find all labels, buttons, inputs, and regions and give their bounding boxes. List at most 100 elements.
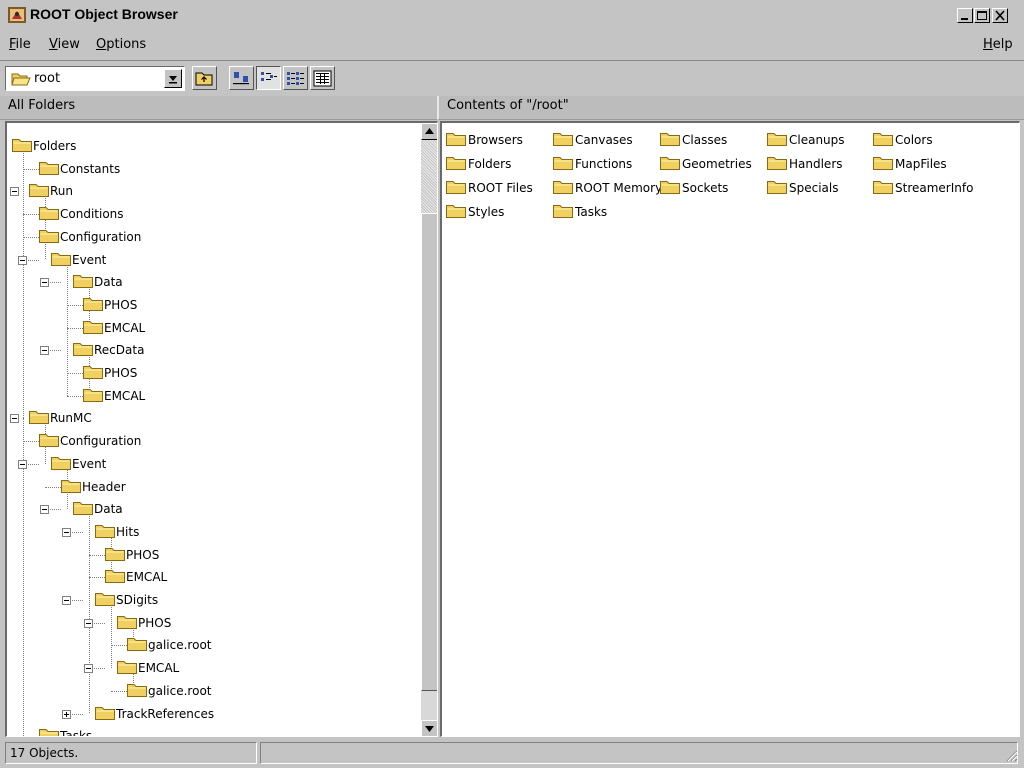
content-item-folder[interactable]: Styles: [446, 203, 504, 221]
tree-node-folder[interactable]: Tasks: [39, 727, 92, 736]
folder-icon: [39, 205, 59, 223]
content-item-folder[interactable]: Folders: [446, 155, 511, 173]
contents-panel[interactable]: Browsers Canvases Classes Cleanups Colors Fol…: [440, 121, 1020, 737]
content-item-folder[interactable]: Colors: [873, 131, 933, 149]
content-item-folder[interactable]: Cleanups: [767, 131, 845, 149]
tree-node-folder[interactable]: PHOS: [117, 614, 171, 632]
root-app-icon: [8, 7, 26, 23]
menu-file[interactable]: File: [9, 37, 31, 52]
folder-icon: [127, 682, 147, 700]
folder-icon: [39, 432, 59, 450]
tree-node-folder[interactable]: Event: [51, 251, 106, 269]
content-item-folder[interactable]: Functions: [553, 155, 632, 173]
list-view-button[interactable]: [283, 66, 308, 90]
small-icons-button[interactable]: [256, 66, 281, 90]
tree-node-folder[interactable]: RecData: [73, 341, 144, 359]
tree-connector-line: [67, 304, 83, 306]
tree-collapse-icon[interactable]: [40, 278, 49, 288]
tree-node-folder[interactable]: EMCAL: [117, 659, 179, 677]
close-button[interactable]: [992, 8, 1008, 23]
content-item-folder[interactable]: Sockets: [660, 179, 728, 197]
content-item-label: Styles: [468, 205, 505, 219]
tree-node-label: EMCAL: [104, 388, 146, 403]
maximize-button[interactable]: [974, 8, 990, 23]
tree-node-folder[interactable]: EMCAL: [83, 319, 145, 337]
location-combobox[interactable]: root: [5, 66, 185, 91]
tree-collapse-icon[interactable]: [18, 459, 27, 469]
tree-node-folder[interactable]: galice.root: [127, 636, 212, 654]
tree-node-folder[interactable]: Data: [73, 500, 123, 518]
tree-node-folder[interactable]: Conditions: [39, 205, 124, 223]
tree-node-folder[interactable]: galice.root: [127, 682, 212, 700]
large-icons-button[interactable]: [229, 66, 254, 90]
tree-node-folder[interactable]: Configuration: [39, 432, 141, 450]
content-item-folder[interactable]: Browsers: [446, 131, 523, 149]
tree-collapse-icon[interactable]: [10, 414, 19, 424]
title-bar[interactable]: ROOT Object Browser: [0, 0, 1024, 30]
tree-node-folder[interactable]: RunMC: [29, 409, 92, 427]
tree-node-folder[interactable]: Configuration: [39, 228, 141, 246]
folder-icon: [39, 727, 59, 736]
folder-icon: [73, 273, 93, 291]
tree-node-folder[interactable]: Folders: [12, 137, 76, 155]
scroll-track[interactable]: [421, 140, 437, 213]
tree-node-folder[interactable]: Hits: [95, 523, 139, 541]
content-item-folder[interactable]: Canvases: [553, 131, 633, 149]
content-item-folder[interactable]: ROOT Files: [446, 179, 533, 197]
tree-node-folder[interactable]: Constants: [39, 160, 120, 178]
content-item-label: ROOT Memory: [575, 181, 663, 195]
tree-expand-icon[interactable]: [62, 709, 71, 719]
tree-node-folder[interactable]: EMCAL: [83, 387, 145, 405]
menu-help[interactable]: Help: [983, 37, 1013, 52]
folder-icon: [95, 591, 115, 609]
tree-node-label: Event: [72, 456, 107, 471]
content-item-label: Tasks: [575, 205, 608, 219]
tree-node-folder[interactable]: Header: [61, 478, 126, 496]
content-item-folder[interactable]: ROOT Memory: [553, 179, 662, 197]
minimize-button[interactable]: [957, 8, 973, 23]
details-view-button[interactable]: [310, 66, 335, 90]
menu-view[interactable]: View: [49, 37, 80, 52]
tree-collapse-icon[interactable]: [40, 505, 49, 515]
tree-collapse-icon[interactable]: [84, 618, 93, 628]
tree-vertical-scrollbar[interactable]: [421, 123, 437, 736]
up-one-level-button[interactable]: [192, 66, 217, 90]
folder-icon: [39, 160, 59, 178]
content-item-folder[interactable]: Specials: [767, 179, 839, 197]
content-item-folder[interactable]: Geometries: [660, 155, 752, 173]
folder-icon: [73, 341, 93, 359]
all-folders-header: All Folders: [0, 96, 437, 120]
scroll-thumb[interactable]: [421, 213, 437, 691]
tree-collapse-icon[interactable]: [62, 527, 71, 537]
content-item-folder[interactable]: Classes: [660, 131, 727, 149]
tree-node-folder[interactable]: SDigits: [95, 591, 158, 609]
tree-node-folder[interactable]: EMCAL: [105, 568, 167, 586]
tree-node-folder[interactable]: PHOS: [105, 546, 159, 564]
tree-collapse-icon[interactable]: [40, 346, 49, 356]
arrow-up-icon: [425, 128, 434, 134]
resize-grip-icon[interactable]: [1004, 748, 1018, 762]
tree-node-folder[interactable]: Event: [51, 455, 106, 473]
content-item-folder[interactable]: MapFiles: [873, 155, 947, 173]
scroll-up-button[interactable]: [421, 123, 437, 140]
status-message-area: [260, 742, 1018, 764]
content-item-label: Colors: [895, 133, 933, 147]
content-item-folder[interactable]: StreamerInfo: [873, 179, 973, 197]
combobox-dropdown-button[interactable]: [164, 69, 182, 88]
tree-collapse-icon[interactable]: [84, 664, 93, 674]
content-item-folder[interactable]: Tasks: [553, 203, 607, 221]
folder-icon: [51, 251, 71, 269]
tree-collapse-icon[interactable]: [18, 255, 27, 265]
tree-collapse-icon[interactable]: [62, 596, 71, 605]
tree-node-folder[interactable]: PHOS: [83, 364, 137, 382]
content-item-folder[interactable]: Handlers: [767, 155, 843, 173]
tree-collapse-icon[interactable]: [10, 187, 19, 197]
menu-options[interactable]: Options: [96, 37, 146, 52]
scroll-down-button[interactable]: [421, 720, 437, 736]
folder-tree-panel[interactable]: Folders Constants Run Conditions Configurati…: [5, 121, 438, 737]
tree-node-folder[interactable]: Data: [73, 273, 123, 291]
tree-node-folder[interactable]: Run: [29, 182, 73, 200]
tree-node-folder[interactable]: PHOS: [83, 296, 137, 314]
folder-icon: [95, 705, 115, 723]
tree-node-folder[interactable]: TrackReferences: [95, 705, 214, 723]
